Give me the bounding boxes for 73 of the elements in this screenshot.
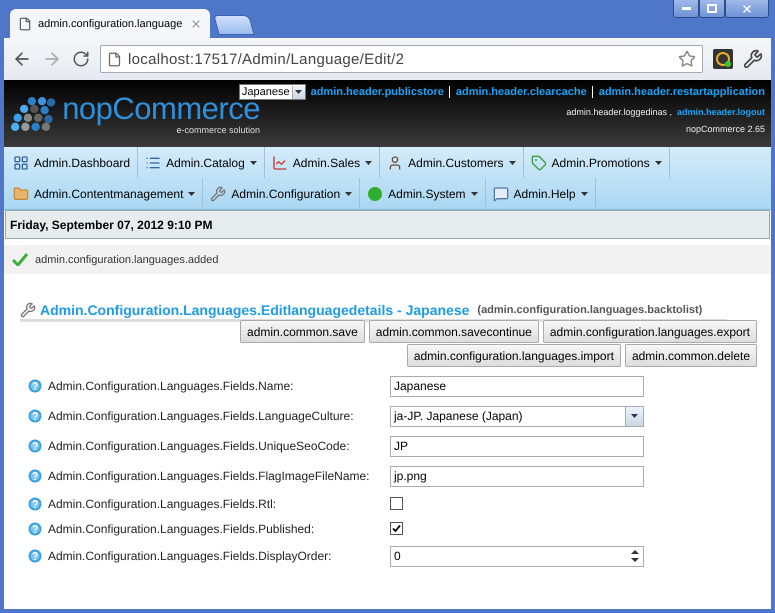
dropdown-field[interactable]: ja-JP. Japanese (Japan)	[390, 406, 644, 426]
spinner-icon[interactable]	[629, 548, 641, 564]
menu-item[interactable]: Admin.Configuration	[203, 178, 360, 209]
wrench-icon	[20, 302, 36, 318]
tagline: e-commerce solution	[176, 124, 260, 134]
back-link[interactable]: (admin.configuration.languages.backtolist)	[477, 304, 702, 316]
star-icon[interactable]	[678, 50, 696, 68]
action-button[interactable]: admin.common.save	[240, 320, 365, 343]
field-label: Admin.Configuration.Languages.Fields.Name:	[48, 379, 294, 393]
folder-icon	[13, 186, 29, 202]
action-button[interactable]: admin.common.delete	[624, 344, 757, 367]
header-link[interactable]: admin.header.clearcache	[448, 86, 587, 98]
page-icon	[18, 16, 32, 30]
date-text: Friday, September 07, 2012 9:10 PM	[10, 218, 213, 232]
wrench-icon	[210, 186, 226, 202]
menu-item[interactable]: Admin.Sales	[264, 147, 380, 178]
user-icon	[387, 154, 404, 170]
help-icon[interactable]	[28, 409, 42, 423]
settings-icon[interactable]	[743, 49, 763, 69]
page-title: Admin.Configuration.Languages.Editlanguagedetails - Japanese	[40, 302, 470, 318]
extension-icon[interactable]	[713, 49, 733, 69]
page-icon	[107, 52, 122, 66]
close-icon[interactable]	[190, 18, 202, 30]
menu-item[interactable]: Admin.Help	[486, 178, 596, 209]
reload-icon[interactable]	[72, 50, 90, 68]
help-icon[interactable]	[28, 522, 42, 536]
text-field[interactable]: JP	[390, 436, 644, 456]
header-link[interactable]: admin.header.publicstore	[310, 86, 444, 98]
list-icon	[145, 154, 162, 170]
help-icon[interactable]	[28, 496, 42, 510]
header-link[interactable]: admin.header.restartapplication	[592, 86, 765, 98]
caret-icon	[631, 414, 638, 418]
checkbox[interactable]	[390, 522, 403, 535]
help-icon[interactable]	[28, 379, 42, 393]
menu-item[interactable]: Admin.System	[360, 178, 486, 209]
version-text: nopCommerce 2.65	[686, 124, 765, 134]
field-label: Admin.Configuration.Languages.Fields.FlagImageFileName:	[48, 469, 371, 483]
menu-item[interactable]: Admin.Customers	[380, 147, 524, 178]
help-icon[interactable]	[28, 549, 42, 563]
number-field[interactable]: 0	[390, 546, 644, 566]
field-label: Admin.Configuration.Languages.Fields.LanguageCulture:	[48, 409, 355, 423]
caret-icon	[295, 90, 302, 94]
action-button[interactable]: admin.configuration.languages.export	[542, 320, 757, 343]
checkmark-icon	[12, 253, 28, 266]
field-label: Admin.Configuration.Languages.Fields.Published:	[48, 522, 316, 536]
menu-item[interactable]: Admin.Catalog	[138, 147, 265, 178]
dashboard-icon	[13, 154, 29, 170]
maximize-icon[interactable]	[707, 4, 717, 13]
chat-icon	[492, 186, 509, 202]
ball-icon	[367, 186, 384, 202]
action-button[interactable]: admin.configuration.languages.import	[406, 344, 621, 367]
logged-in-text: admin.header.loggedinas ,	[566, 107, 672, 117]
help-icon[interactable]	[28, 439, 42, 453]
field-label: Admin.Configuration.Languages.Fields.UniqueSeoCode:	[48, 439, 351, 453]
message-text: admin.configuration.languages.added	[35, 254, 218, 266]
menu-item[interactable]: Admin.Dashboard	[6, 147, 138, 178]
chart-icon	[272, 154, 288, 170]
text-field[interactable]: jp.png	[390, 466, 644, 486]
minimize-icon[interactable]	[682, 7, 690, 10]
field-label: Admin.Configuration.Languages.Fields.DisplayOrder:	[48, 549, 332, 563]
menu-item[interactable]: Admin.Contentmanagement	[6, 178, 204, 209]
help-icon[interactable]	[28, 469, 42, 483]
action-button[interactable]: admin.common.savecontinue	[368, 320, 539, 343]
checkbox[interactable]	[390, 497, 403, 510]
tag-icon	[530, 154, 547, 170]
browser-tab[interactable]: admin.configuration.language	[10, 9, 210, 38]
new-tab-button[interactable]	[213, 15, 255, 35]
text-field[interactable]: Japanese	[390, 376, 644, 396]
address-bar[interactable]: localhost:17517/Admin/Language/Edit/2	[100, 45, 703, 73]
field-label: Admin.Configuration.Languages.Fields.Rtl:	[48, 496, 278, 510]
logout-link[interactable]: admin.header.logout	[676, 107, 765, 117]
close-icon[interactable]	[741, 2, 753, 14]
menu-item[interactable]: Admin.Promotions	[524, 147, 670, 178]
